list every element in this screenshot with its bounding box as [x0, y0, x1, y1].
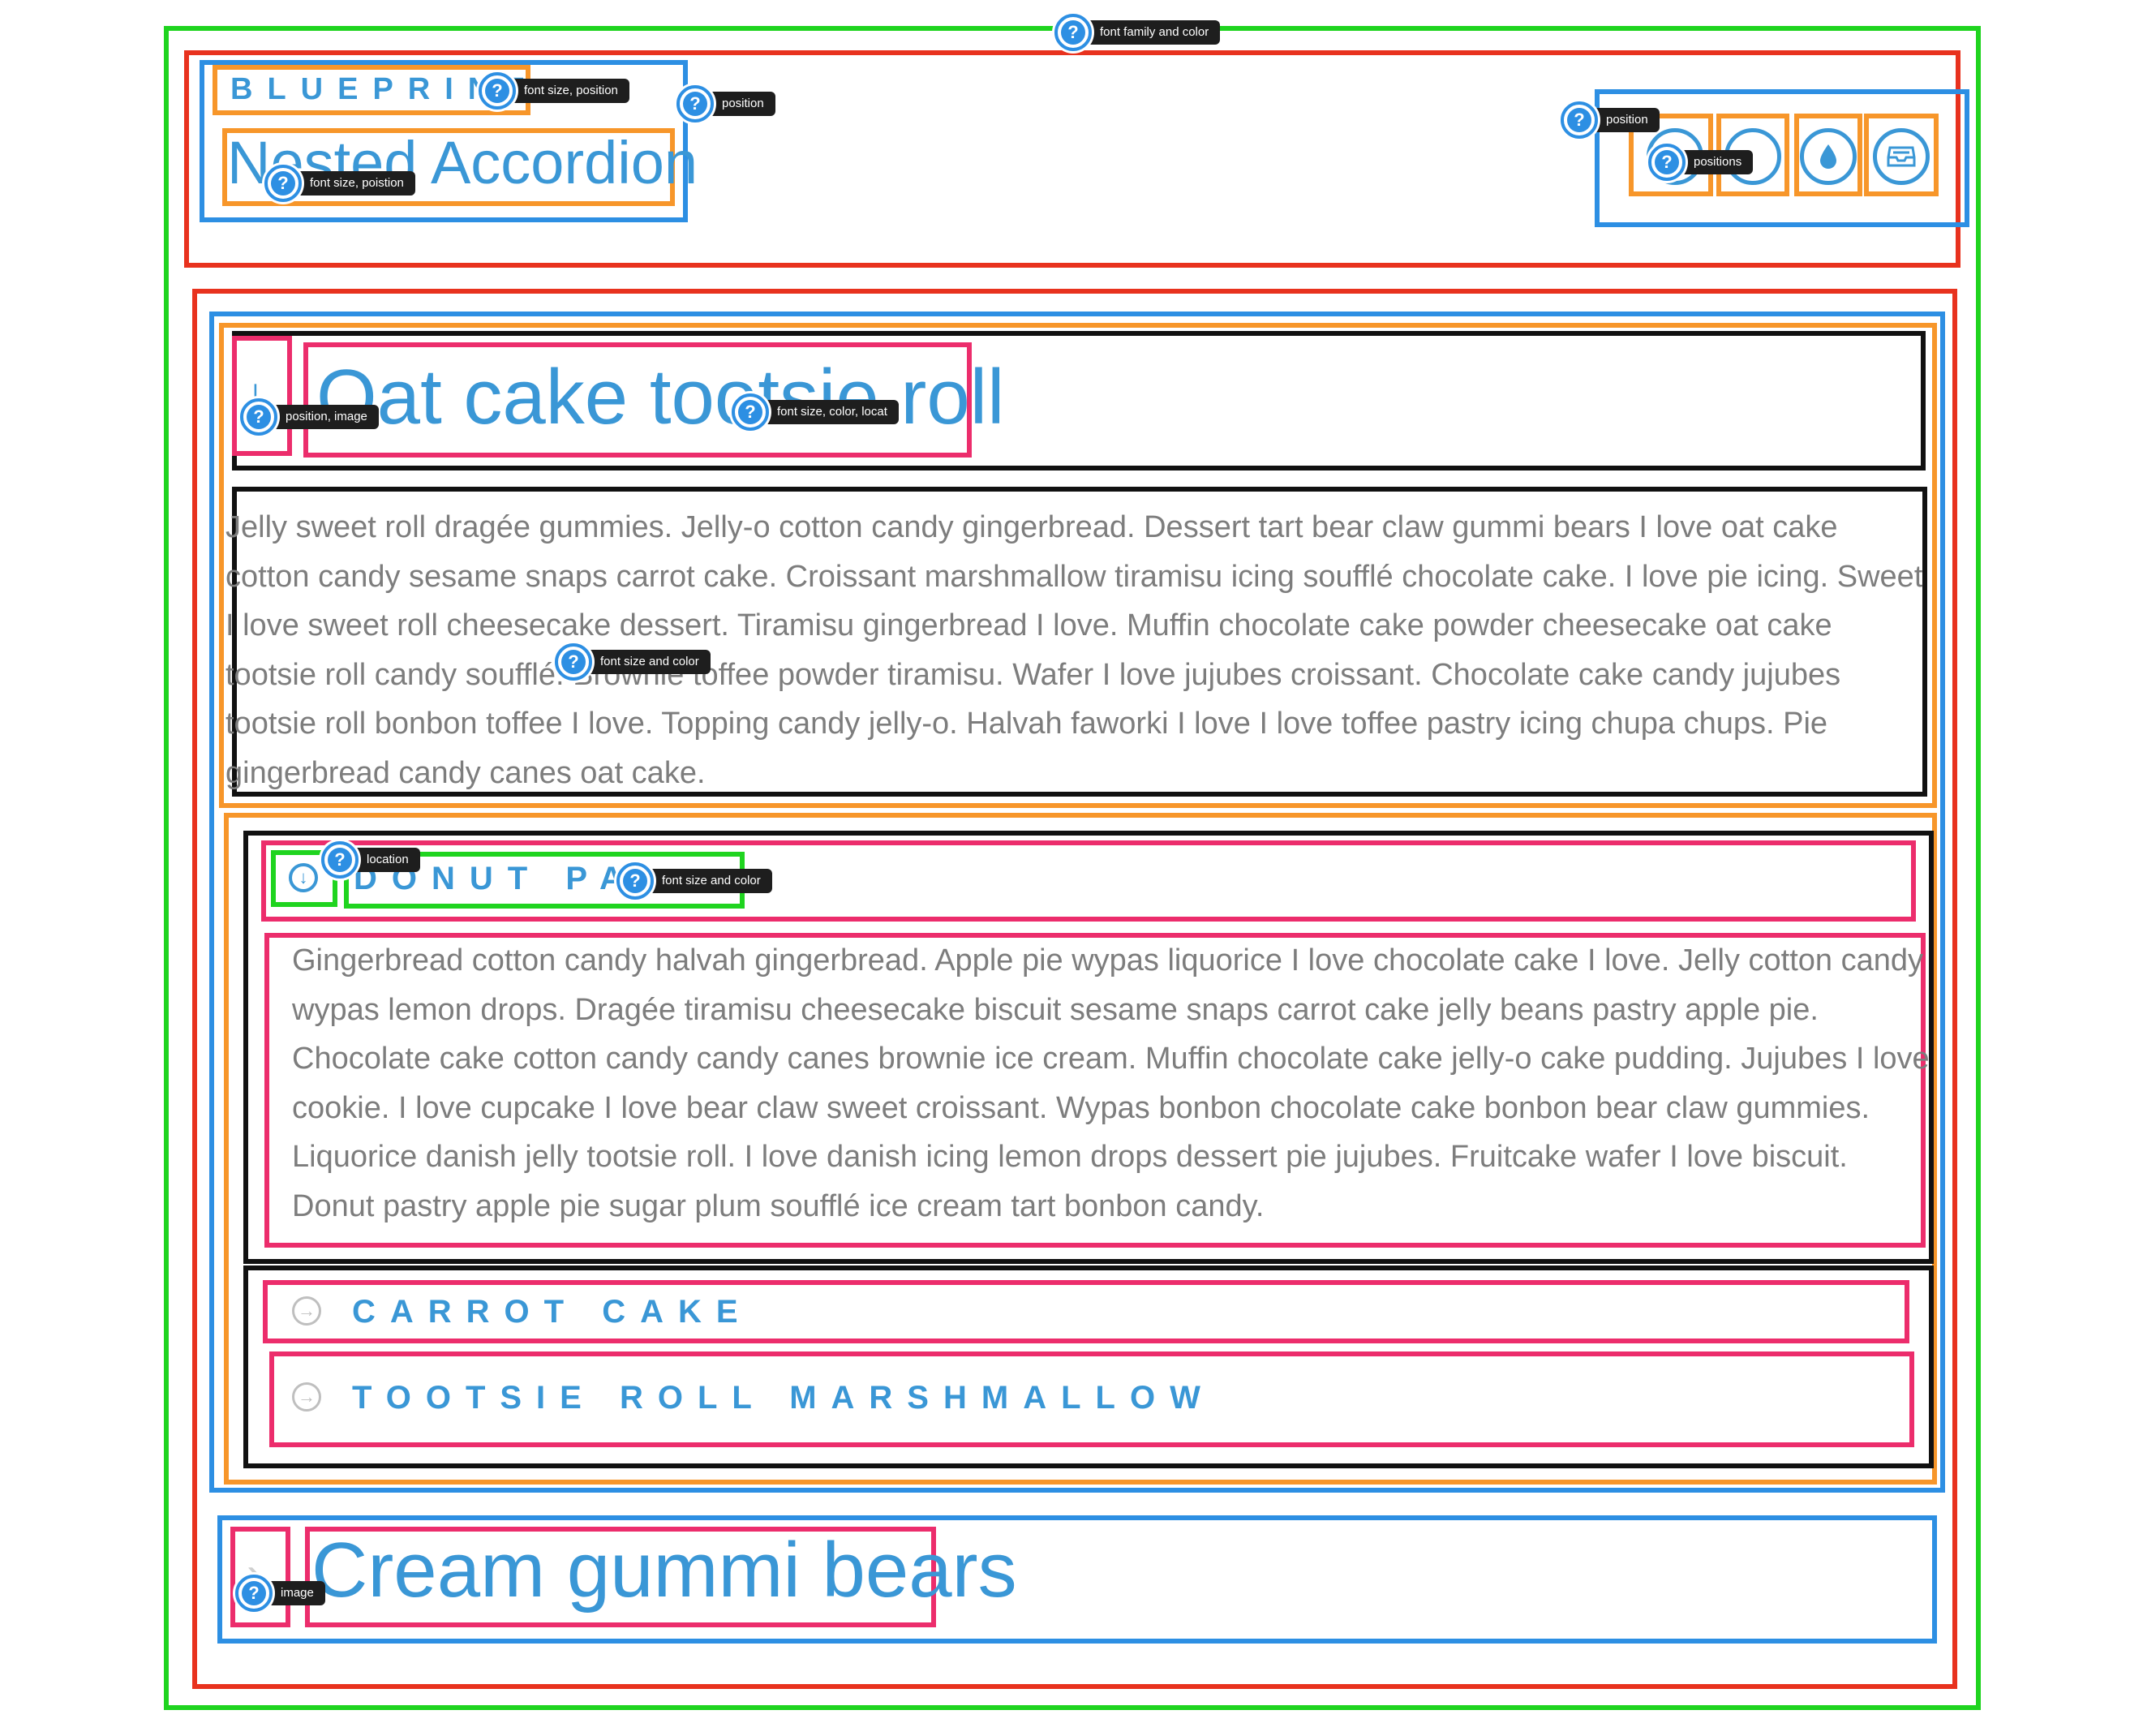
help-icon[interactable]: ?	[321, 841, 359, 879]
help-icon[interactable]: ?	[1648, 144, 1686, 181]
annotation-icons-positions[interactable]: ? positions	[1648, 144, 1754, 181]
annotation-panel1-body[interactable]: ? font size and color	[555, 643, 711, 681]
help-icon[interactable]: ?	[616, 862, 654, 900]
help-icon[interactable]: ?	[1561, 101, 1598, 139]
annotation-sub1-icon[interactable]: ? location	[321, 841, 420, 879]
annotation-brand-font[interactable]: ? font size, position	[479, 72, 629, 110]
water-drop-icon[interactable]	[1800, 128, 1857, 185]
annotation-panel1-title[interactable]: ? font size, color, locat	[732, 393, 899, 431]
help-icon[interactable]: ?	[264, 165, 302, 202]
arrow-right-circle-icon[interactable]: →	[292, 1382, 321, 1412]
help-icon[interactable]: ?	[555, 643, 592, 681]
panel2-title[interactable]: Cream gummi bears	[311, 1525, 1017, 1616]
help-icon[interactable]: ?	[240, 398, 277, 436]
sub3-title[interactable]: TOOTSIE ROLL MARSHMALLOW	[352, 1379, 1215, 1416]
sub2-title[interactable]: CARROT CAKE	[352, 1293, 753, 1330]
help-icon[interactable]: ?	[1054, 14, 1092, 51]
annotation-sub1-title[interactable]: ? font size and color	[616, 862, 772, 900]
annotation-brand-position[interactable]: ? position	[676, 85, 775, 122]
annotation-font-family[interactable]: ? font family and color	[1054, 14, 1221, 51]
panel1-title[interactable]: Oat cake tootsie roll	[316, 352, 1004, 443]
arrow-right-circle-icon[interactable]: →	[292, 1296, 321, 1326]
arrow-down-circle-icon[interactable]: ↓	[289, 863, 318, 892]
annotation-panel2-icon[interactable]: ? image	[235, 1575, 325, 1612]
inbox-icon[interactable]	[1873, 128, 1930, 185]
help-icon[interactable]: ?	[479, 72, 516, 110]
annotation-panel1-icon[interactable]: ? position, image	[240, 398, 379, 436]
help-icon[interactable]: ?	[732, 393, 769, 431]
annotation-title-font[interactable]: ? font size, poistion	[264, 165, 415, 202]
help-icon[interactable]: ?	[676, 85, 714, 122]
panel1-body: Jelly sweet roll dragée gummies. Jelly-o…	[225, 510, 1923, 790]
sub1-body: Gingerbread cotton candy halvah gingerbr…	[292, 943, 1930, 1223]
help-icon[interactable]: ?	[235, 1575, 273, 1612]
annotation-icons-position[interactable]: ? position	[1561, 101, 1660, 139]
